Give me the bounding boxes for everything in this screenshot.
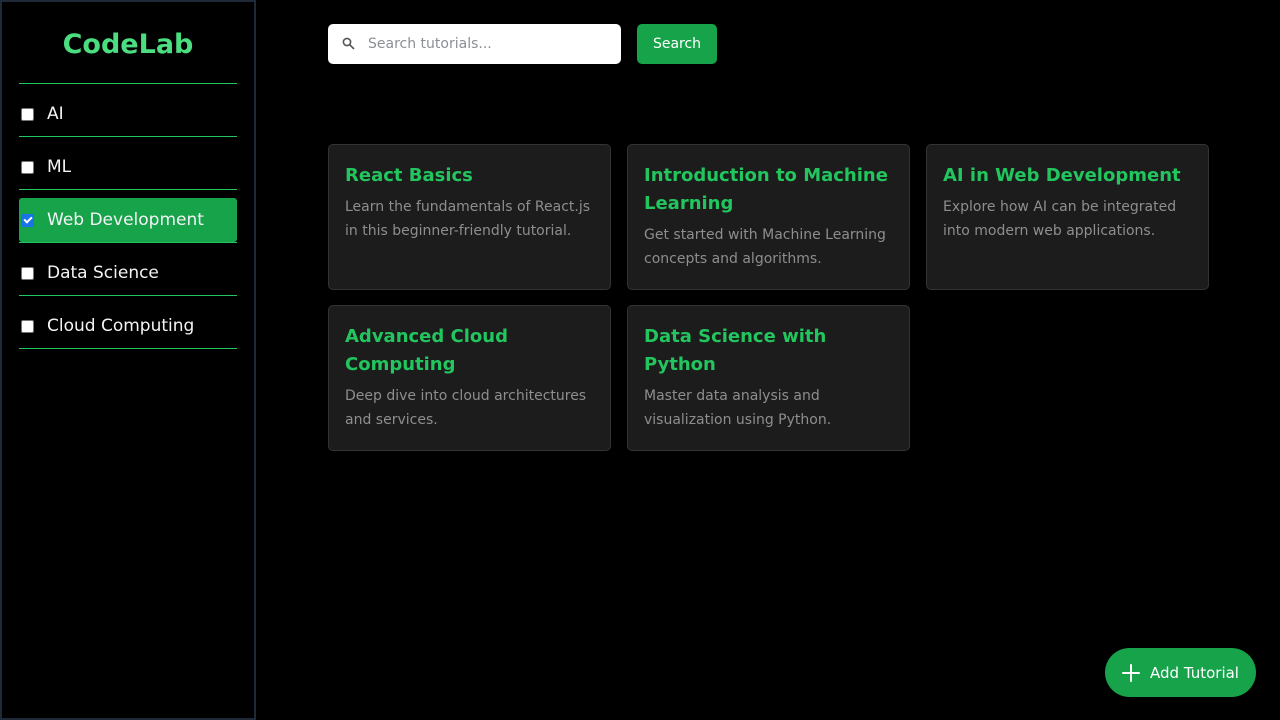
tutorial-grid: React Basics Learn the fundamentals of R… xyxy=(328,144,1209,451)
category-row: ML xyxy=(19,145,237,189)
tutorial-title: React Basics xyxy=(345,165,473,186)
app-root: CodeLab AI ML Web Development Data Scien… xyxy=(0,0,1280,720)
category-checkbox[interactable] xyxy=(21,266,34,280)
category-item-ai[interactable]: AI xyxy=(19,84,237,137)
search-box xyxy=(328,24,621,64)
search-icon xyxy=(342,37,356,51)
search-input[interactable] xyxy=(368,36,598,52)
tutorial-card[interactable]: Advanced Cloud Computing Deep dive into … xyxy=(328,305,611,451)
tutorial-description: Get started with Machine Learning concep… xyxy=(644,227,886,267)
category-label: Cloud Computing xyxy=(47,316,195,336)
category-checkbox[interactable] xyxy=(21,319,34,333)
category-row: Cloud Computing xyxy=(19,304,237,348)
category-checkbox[interactable] xyxy=(21,107,34,121)
tutorial-title: Introduction to Machine Learning xyxy=(644,165,888,214)
tutorial-description: Master data analysis and visualization u… xyxy=(644,388,832,428)
category-label: Web Development xyxy=(47,210,204,230)
brand-logo: CodeLab xyxy=(19,2,237,84)
tutorial-card[interactable]: Data Science with Python Master data ana… xyxy=(627,305,910,451)
category-item-ml[interactable]: ML xyxy=(19,137,237,190)
category-label: ML xyxy=(47,157,72,177)
add-tutorial-label: Add Tutorial xyxy=(1150,663,1239,682)
tutorial-title: Data Science with Python xyxy=(644,326,827,375)
category-checkbox[interactable] xyxy=(21,160,34,174)
tutorial-title: AI in Web Development xyxy=(943,165,1181,186)
tutorial-description: Learn the fundamentals of React.js in th… xyxy=(345,199,591,239)
category-item-cloud-computing[interactable]: Cloud Computing xyxy=(19,296,237,349)
category-row: Data Science xyxy=(19,251,237,295)
category-checkbox[interactable] xyxy=(21,213,34,227)
sidebar: CodeLab AI ML Web Development Data Scien… xyxy=(0,0,256,720)
tutorial-description: Deep dive into cloud architectures and s… xyxy=(345,388,587,428)
tutorial-card[interactable]: AI in Web Development Explore how AI can… xyxy=(926,144,1209,290)
category-label: AI xyxy=(47,104,64,124)
tutorial-card[interactable]: React Basics Learn the fundamentals of R… xyxy=(328,144,611,290)
category-filter-list: AI ML Web Development Data Science Cloud… xyxy=(19,84,237,349)
search-button[interactable]: Search xyxy=(637,24,717,64)
category-row: Web Development xyxy=(19,198,237,242)
add-tutorial-button[interactable]: Add Tutorial xyxy=(1105,648,1256,697)
category-item-web-development[interactable]: Web Development xyxy=(19,190,237,243)
tutorial-card[interactable]: Introduction to Machine Learning Get sta… xyxy=(627,144,910,290)
category-item-data-science[interactable]: Data Science xyxy=(19,243,237,296)
tutorial-title: Advanced Cloud Computing xyxy=(345,326,508,375)
category-row: AI xyxy=(19,92,237,136)
plus-icon xyxy=(1122,663,1141,682)
category-label: Data Science xyxy=(47,263,159,283)
tutorial-description: Explore how AI can be integrated into mo… xyxy=(943,199,1177,239)
